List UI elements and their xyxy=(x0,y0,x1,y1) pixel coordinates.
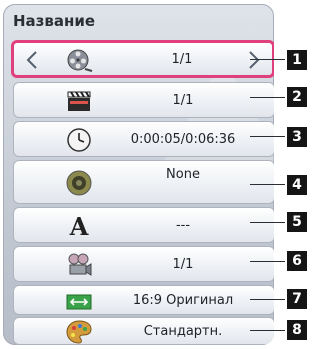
option-value: --- xyxy=(175,217,191,233)
prev-arrow-icon[interactable] xyxy=(22,49,42,71)
palette-icon xyxy=(65,318,93,345)
svg-text:A: A xyxy=(69,212,89,240)
callout-number: 3 xyxy=(287,127,307,147)
film-reel-icon xyxy=(65,47,93,75)
camera-angle-icon xyxy=(65,251,93,279)
speaker-icon xyxy=(65,169,93,197)
option-value: 1/1 xyxy=(172,92,194,108)
callout-line xyxy=(250,330,285,331)
option-row-time[interactable]: 0:00:05/0:06:36 xyxy=(13,121,274,157)
option-row-audio[interactable]: None xyxy=(13,160,274,204)
options-panel: Название 1/1 1/1 0:00:05/0:06:36 None A … xyxy=(3,4,274,345)
option-row-picture-mode[interactable]: Стандартн. xyxy=(13,317,274,345)
aspect-ratio-icon xyxy=(65,288,93,316)
option-value: 1/1 xyxy=(172,256,194,272)
callout-line xyxy=(250,59,285,60)
option-value: 0:00:05/0:06:36 xyxy=(130,131,236,147)
callout-line xyxy=(250,97,285,98)
option-value: Стандартн. xyxy=(143,323,223,339)
callout-line xyxy=(250,136,285,137)
option-value: 16:9 Оригинал xyxy=(132,292,234,308)
next-arrow-icon[interactable] xyxy=(244,49,264,71)
option-row-title[interactable]: 1/1 xyxy=(11,40,274,78)
callout-number: 5 xyxy=(287,212,307,232)
option-row-subtitle[interactable]: A --- xyxy=(13,207,274,243)
option-row-chapter[interactable]: 1/1 xyxy=(13,82,274,118)
callout-line xyxy=(250,184,285,185)
panel-title: Название xyxy=(13,12,96,30)
callout-number: 8 xyxy=(287,320,307,340)
subtitle-letter-icon: A xyxy=(65,212,93,240)
clock-icon xyxy=(65,126,93,154)
callout-number: 4 xyxy=(287,175,307,195)
option-row-aspect-ratio[interactable]: 16:9 Оригинал xyxy=(13,285,274,315)
callout-number: 2 xyxy=(287,87,307,107)
option-value: 1/1 xyxy=(171,51,193,67)
callout-line xyxy=(250,299,285,300)
callout-number: 1 xyxy=(287,50,307,70)
clapperboard-icon xyxy=(65,87,93,115)
option-row-angle[interactable]: 1/1 xyxy=(13,246,274,282)
callout-line xyxy=(250,222,285,223)
callout-line xyxy=(250,261,285,262)
option-value: None xyxy=(166,167,200,182)
callout-number: 7 xyxy=(287,289,307,309)
callout-number: 6 xyxy=(287,251,307,271)
